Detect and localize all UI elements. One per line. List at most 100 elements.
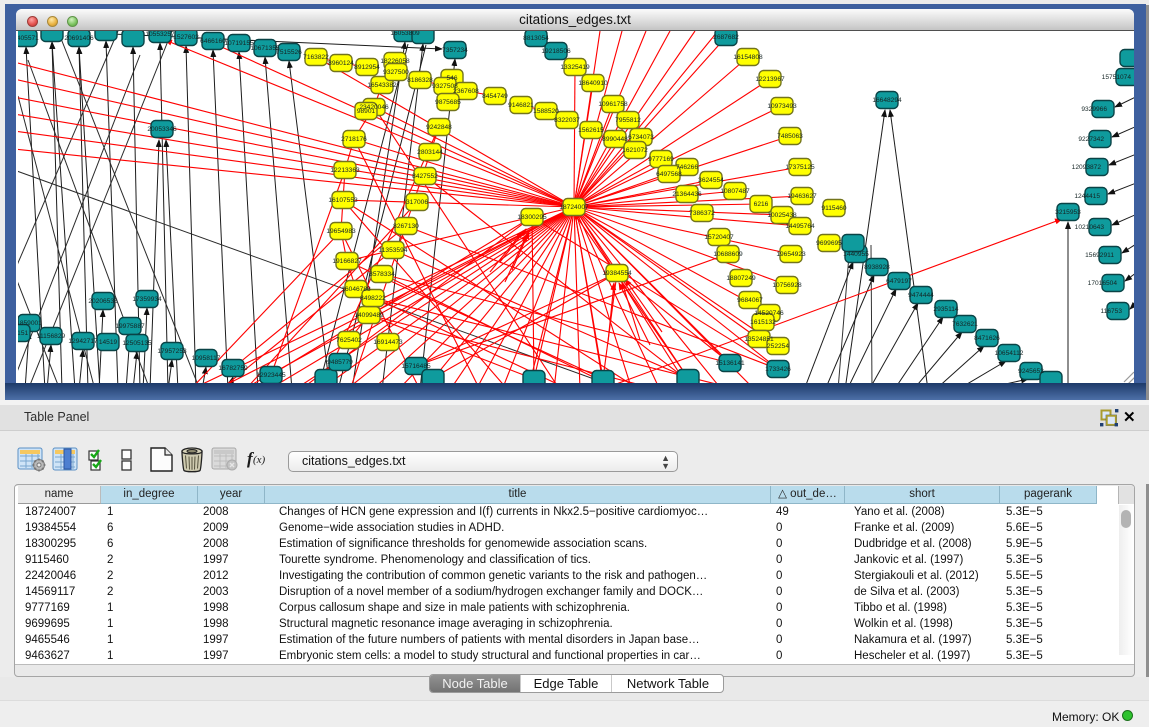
svg-text:1440955: 1440955 [843,251,869,258]
svg-text:16782759: 16782759 [218,365,248,372]
svg-text:(x): (x) [253,454,266,466]
svg-text:8938928: 8938928 [864,264,890,271]
svg-text:17359934: 17359934 [132,296,162,303]
svg-text:10961758: 10961758 [598,101,628,108]
svg-text:746266: 746266 [676,164,698,171]
svg-text:2687682: 2687682 [713,34,739,41]
svg-text:7515526: 7515526 [276,49,302,56]
svg-text:14519: 14519 [99,339,118,346]
svg-text:8322037: 8322037 [554,117,580,124]
svg-text:99151: 99151 [18,330,28,337]
svg-text:1621072: 1621072 [622,147,648,154]
svg-text:3624554: 3624554 [698,177,724,184]
svg-text:10654112: 10654112 [995,350,1024,357]
svg-text:11156829: 11156829 [37,333,66,340]
svg-text:1562615: 1562615 [578,127,604,134]
svg-text:17957253: 17957253 [157,348,187,355]
svg-text:3215953: 3215953 [1055,209,1081,216]
svg-text:20691406: 20691406 [64,35,94,42]
svg-text:2803144: 2803144 [417,149,443,156]
svg-text:20053346: 20053346 [147,126,177,133]
svg-text:8960124: 8960124 [328,60,354,67]
svg-text:2367608: 2367608 [453,88,479,95]
svg-text:9777169: 9777169 [648,156,674,163]
svg-text:13325419: 13325419 [560,64,590,71]
svg-text:1615132: 1615132 [750,319,776,326]
svg-text:9485779: 9485779 [327,359,353,366]
svg-text:546: 546 [446,75,457,82]
svg-text:15716485: 15716485 [401,363,431,370]
svg-text:1244415: 1244415 [1074,193,1100,200]
svg-text:7357234: 7357234 [442,47,468,54]
svg-text:2405571: 2405571 [18,35,39,42]
svg-text:18724007: 18724007 [559,204,589,211]
svg-text:16107553: 16107553 [328,197,358,204]
svg-text:9245652: 9245652 [1018,368,1044,375]
svg-text:19654983: 19654983 [326,228,356,235]
svg-text:8427552: 8427552 [412,173,438,180]
svg-text:8471626: 8471626 [974,335,1000,342]
svg-text:15751074: 15751074 [1102,74,1132,81]
svg-text:9115460: 9115460 [821,205,847,212]
svg-text:8454749: 8454749 [482,93,508,100]
svg-text:1733426: 1733426 [765,366,791,373]
svg-text:10807487: 10807487 [720,188,750,195]
svg-text:252254: 252254 [767,343,789,350]
svg-text:15720407: 15720407 [704,234,734,241]
svg-text:7632621: 7632621 [952,321,978,328]
svg-text:20206536: 20206536 [88,298,118,305]
svg-text:6466160: 6466160 [200,38,226,45]
svg-text:1527602: 1527602 [173,34,199,41]
svg-text:7163822: 7163822 [303,54,329,61]
svg-text:8912954: 8912954 [354,64,380,71]
svg-text:19654923: 19654923 [776,251,806,258]
svg-text:9684067: 9684067 [737,297,763,304]
svg-text:13524851: 13524851 [744,336,774,343]
svg-text:19218506: 19218506 [541,48,571,55]
svg-text:12505135: 12505135 [122,340,152,347]
svg-text:9146821: 9146821 [508,102,534,109]
svg-text:116753: 116753 [1100,308,1122,315]
svg-text:16648294: 16648294 [872,97,902,104]
svg-text:8578334: 8578334 [369,271,395,278]
svg-text:9875685: 9875685 [435,99,461,106]
svg-text:6479197: 6479197 [886,278,912,285]
svg-text:9474444: 9474444 [908,292,934,299]
svg-text:1859001: 1859001 [18,320,42,327]
svg-text:8267130: 8267130 [393,223,419,230]
svg-text:16154808: 16154808 [733,54,763,61]
svg-text:16053809: 16053809 [390,31,420,37]
svg-text:14495764: 14495764 [785,223,815,230]
svg-text:18807249: 18807249 [726,275,756,282]
svg-text:8186328: 8186328 [407,77,433,84]
svg-text:12942717: 12942717 [68,338,98,345]
svg-text:7485063: 7485063 [777,133,803,140]
svg-text:7625402: 7625402 [336,337,362,344]
svg-text:12213967: 12213967 [755,76,785,83]
svg-text:11353594: 11353594 [379,247,408,254]
svg-text:6497568: 6497568 [656,171,682,178]
svg-text:12923445: 12923445 [256,372,286,379]
svg-text:7955812: 7955812 [615,117,641,124]
svg-text:18300295: 18300295 [517,214,547,221]
svg-text:9227342: 9227342 [1078,136,1104,143]
svg-text:17016504: 17016504 [1088,280,1118,287]
svg-text:10210643: 10210643 [1075,224,1105,231]
svg-text:16914473: 16914473 [373,339,403,346]
svg-text:19384554: 19384554 [602,270,632,277]
svg-text:8990448: 8990448 [602,136,628,143]
svg-text:19463627: 19463627 [787,193,817,200]
svg-text:7386372: 7386372 [689,210,715,217]
svg-text:19975887: 19975887 [115,323,145,330]
svg-text:14099489: 14099489 [354,312,384,319]
svg-text:10553257: 10553257 [145,31,175,38]
svg-text:6734073: 6734073 [628,134,654,141]
svg-text:98901: 98901 [357,108,376,115]
svg-text:10756928: 10756928 [772,282,802,289]
svg-text:14520746: 14520746 [754,310,784,317]
svg-text:9327500: 9327500 [383,69,409,76]
svg-text:8813054: 8813054 [523,35,549,42]
svg-text:10688609: 10688609 [713,251,743,258]
svg-text:6216: 6216 [754,201,769,208]
svg-text:317006: 317006 [406,199,428,206]
